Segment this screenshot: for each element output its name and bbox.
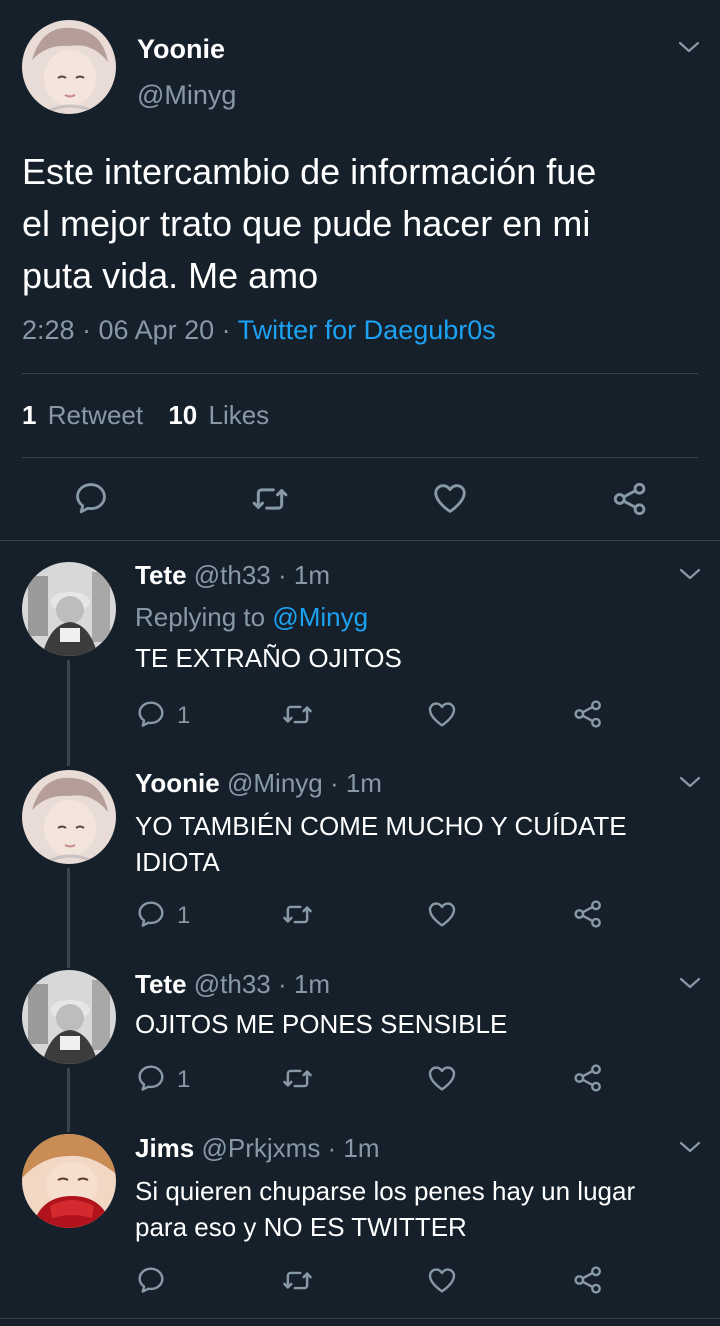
reply-author-name[interactable]: Tete <box>135 560 187 590</box>
reply-author-meta[interactable]: @th33 · 1m <box>194 560 330 590</box>
retweet-icon[interactable] <box>250 479 290 519</box>
reply-author-meta[interactable]: @Minyg · 1m <box>227 768 382 798</box>
avatar[interactable] <box>22 1134 116 1228</box>
reply-icon[interactable] <box>72 479 110 517</box>
share-icon[interactable] <box>572 1264 604 1296</box>
divider <box>22 457 698 458</box>
reply-author-meta[interactable]: @th33 · 1m <box>194 969 330 999</box>
tweet-time: 2:28 · 06 Apr 20 · <box>22 315 238 345</box>
reply-header[interactable]: Jims @Prkjxms · 1m <box>135 1133 380 1164</box>
reply-text: YO TAMBIÉN COME MUCHO Y CUÍDATE IDIOTA <box>135 808 627 880</box>
like-icon[interactable] <box>426 1062 458 1094</box>
share-icon[interactable] <box>611 480 649 518</box>
tweet-stats: 1 Retweet 10 Likes <box>22 400 269 431</box>
like-icon[interactable] <box>426 698 458 730</box>
retweet-icon[interactable] <box>281 1264 314 1297</box>
reply-text-line: YO TAMBIÉN COME MUCHO Y CUÍDATE <box>135 811 627 841</box>
reply-header[interactable]: Yoonie @Minyg · 1m <box>135 768 382 799</box>
reply-text-line: Si quieren chuparse los penes hay un lug… <box>135 1176 636 1206</box>
chevron-down-icon[interactable] <box>679 976 701 990</box>
reply-author-meta[interactable]: @Prkjxms · 1m <box>202 1133 380 1163</box>
divider <box>0 540 720 541</box>
like-label[interactable]: Likes <box>208 400 269 430</box>
avatar[interactable] <box>22 562 116 656</box>
thread-line <box>67 1068 70 1132</box>
reply-icon[interactable] <box>135 898 167 930</box>
author-name[interactable]: Yoonie <box>137 34 225 65</box>
retweet-label[interactable]: Retweet <box>48 400 143 430</box>
chevron-down-icon[interactable] <box>679 567 701 581</box>
divider <box>0 1318 720 1319</box>
avatar[interactable] <box>22 770 116 864</box>
thread-line <box>67 868 70 968</box>
reply-author-name[interactable]: Yoonie <box>135 768 220 798</box>
reply-count: 1 <box>177 1066 191 1093</box>
reply-text: Si quieren chuparse los penes hay un lug… <box>135 1173 635 1245</box>
retweet-count[interactable]: 1 <box>22 400 36 430</box>
tweet-text-line: puta vida. Me amo <box>22 255 319 296</box>
chevron-down-icon[interactable] <box>679 775 701 789</box>
reply-header[interactable]: Tete @th33 · 1m <box>135 969 330 1000</box>
chevron-down-icon[interactable] <box>678 40 700 54</box>
replying-to-label: Replying to <box>135 602 273 632</box>
divider <box>22 373 698 374</box>
reply-author-name[interactable]: Tete <box>135 969 187 999</box>
reply-icon[interactable] <box>135 1062 167 1094</box>
retweet-icon[interactable] <box>281 898 314 931</box>
reply-icon[interactable] <box>135 1264 167 1296</box>
retweet-icon[interactable] <box>281 1062 314 1095</box>
retweet-icon[interactable] <box>281 698 314 731</box>
tweet-text-line: el mejor trato que pude hacer en mi <box>22 203 591 244</box>
reply-author-name[interactable]: Jims <box>135 1133 194 1163</box>
replying-to: Replying to @Minyg <box>135 602 368 633</box>
reply-text: OJITOS ME PONES SENSIBLE <box>135 1009 508 1039</box>
chevron-down-icon[interactable] <box>679 1140 701 1154</box>
like-icon[interactable] <box>431 479 469 517</box>
share-icon[interactable] <box>572 1062 604 1094</box>
reply-header[interactable]: Tete @th33 · 1m <box>135 560 330 591</box>
avatar[interactable] <box>22 970 116 1064</box>
reply-icon[interactable] <box>135 698 167 730</box>
reply-text: TE EXTRAÑO OJITOS <box>135 643 402 673</box>
tweet-text-line: Este intercambio de información fue <box>22 151 597 192</box>
share-icon[interactable] <box>572 698 604 730</box>
thread-line <box>67 660 70 766</box>
reply-count: 1 <box>177 902 191 929</box>
avatar[interactable] <box>22 20 116 114</box>
like-icon[interactable] <box>426 898 458 930</box>
reply-count: 1 <box>177 702 191 729</box>
share-icon[interactable] <box>572 898 604 930</box>
reply-text-line: para eso y NO ES TWITTER <box>135 1212 467 1242</box>
tweet-timestamp: 2:28 · 06 Apr 20 · Twitter for Daegubr0s <box>22 315 496 346</box>
like-icon[interactable] <box>426 1264 458 1296</box>
tweet-source[interactable]: Twitter for Daegubr0s <box>238 315 496 345</box>
reply-text-line: IDIOTA <box>135 847 220 877</box>
like-count[interactable]: 10 <box>168 400 197 430</box>
tweet-text: Este intercambio de información fue el m… <box>22 146 596 302</box>
author-handle[interactable]: @Minyg <box>137 80 236 111</box>
replying-to-handle[interactable]: @Minyg <box>272 602 368 632</box>
